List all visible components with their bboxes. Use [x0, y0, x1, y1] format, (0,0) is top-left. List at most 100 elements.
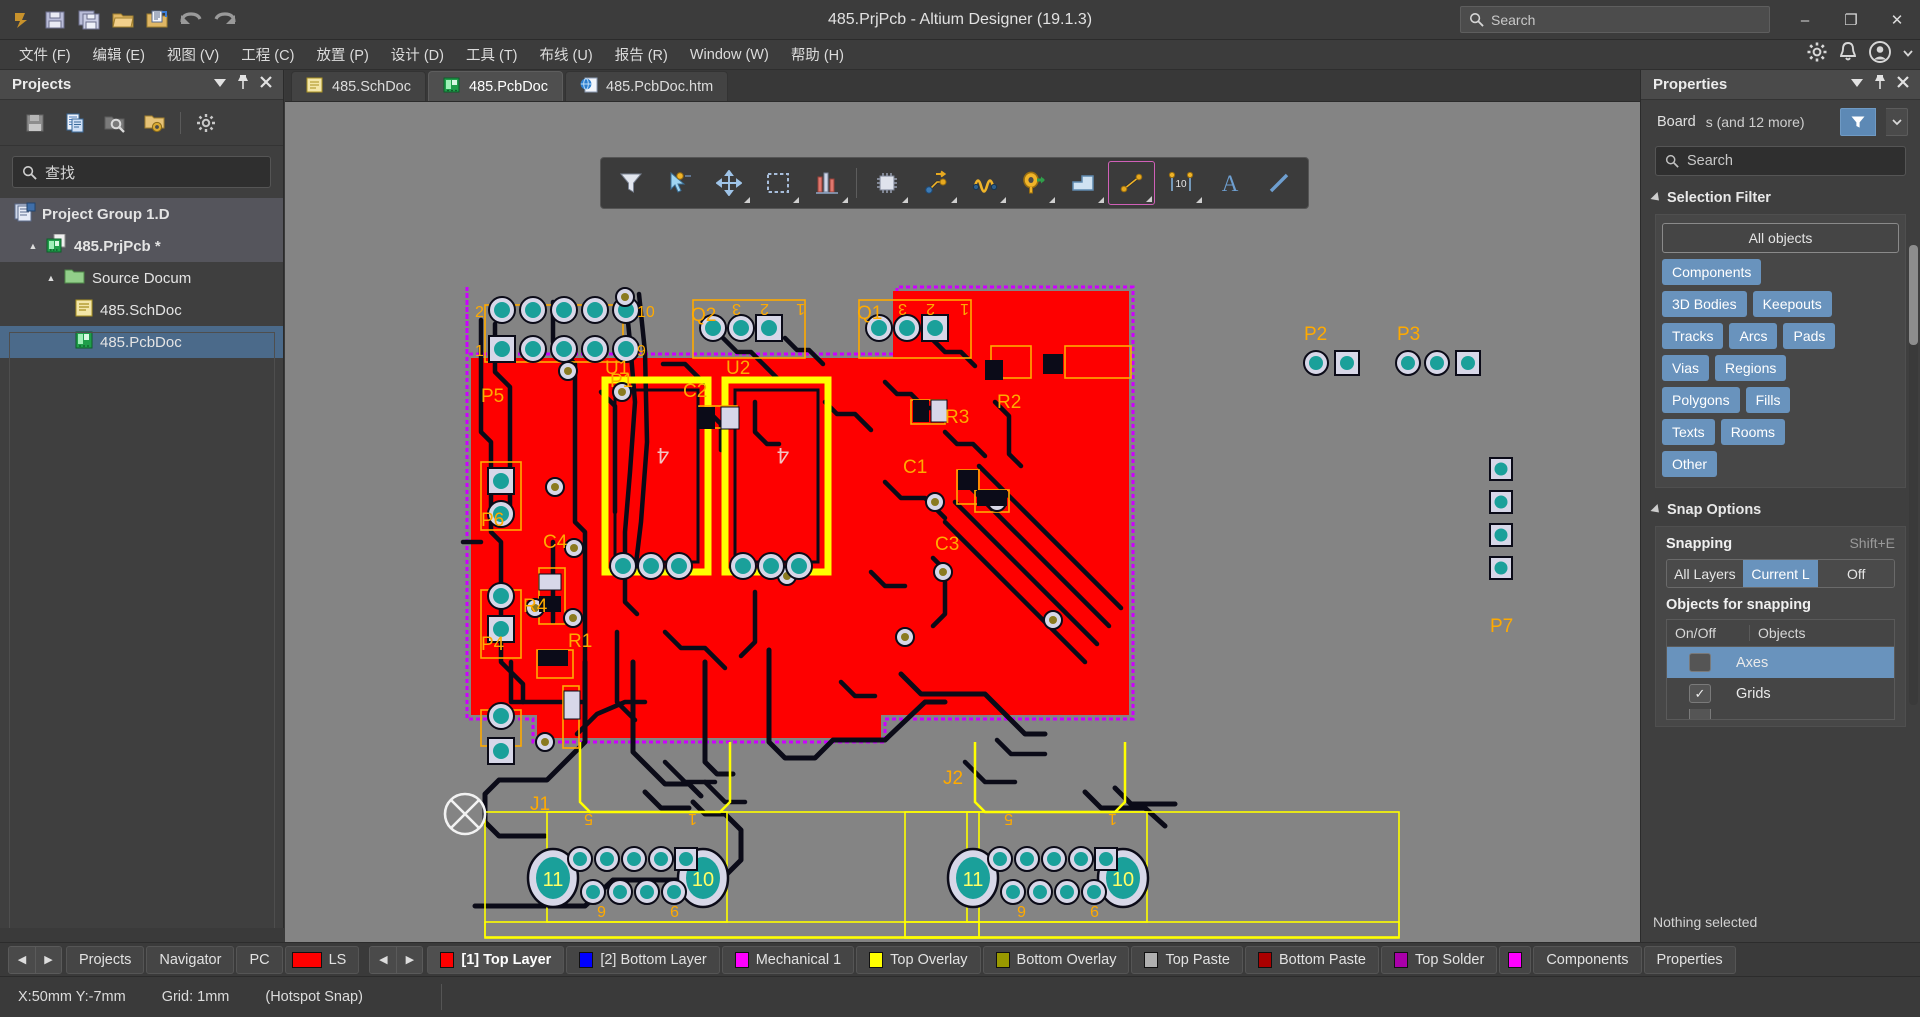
- pcb-canvas[interactable]: 10 A 4 4 11 10 11 10 P5 P6 P4 C4 R4 R1 U…: [285, 102, 1640, 942]
- snap-row-axes[interactable]: Axes: [1667, 647, 1894, 678]
- close-icon[interactable]: [1896, 75, 1910, 94]
- filter-chip-tracks[interactable]: Tracks: [1662, 323, 1724, 349]
- undo-icon[interactable]: [176, 5, 206, 35]
- properties-scrollbar[interactable]: [1909, 245, 1918, 705]
- layer-tab-mechanical-1[interactable]: Mechanical 1: [721, 945, 855, 974]
- open-folder-icon[interactable]: [108, 5, 138, 35]
- gear-icon[interactable]: [1806, 41, 1828, 68]
- snap-mode-off[interactable]: Off: [1818, 560, 1894, 587]
- tree-twisty[interactable]: ▲: [44, 273, 58, 283]
- layer-tabs-prev-button[interactable]: ◀: [370, 946, 397, 973]
- menu-reports[interactable]: 报告 (R): [604, 40, 679, 69]
- place-polygon-icon[interactable]: [1059, 161, 1106, 205]
- collapse-icon[interactable]: [1850, 76, 1864, 94]
- snap-partial-checkbox[interactable]: [1689, 709, 1711, 719]
- browse-icon[interactable]: [100, 108, 130, 138]
- pin-icon[interactable]: [1873, 74, 1887, 95]
- layer-tab-bottom-paste[interactable]: Bottom Paste: [1244, 945, 1379, 974]
- project-options-icon[interactable]: [140, 108, 170, 138]
- bottom-tab-projects[interactable]: Projects: [66, 945, 145, 974]
- panel-tabs-next-button[interactable]: ▶: [35, 946, 61, 973]
- pcb-board-artwork[interactable]: 4 4 11 10 11 10 P5 P6 P4 C4 R4 R1 U1 U2 …: [285, 102, 1640, 942]
- area-select-icon[interactable]: [754, 161, 801, 205]
- place-pad-icon[interactable]: [1010, 161, 1057, 205]
- filter-icon[interactable]: [607, 161, 654, 205]
- move-icon[interactable]: [705, 161, 752, 205]
- close-icon[interactable]: [259, 75, 273, 94]
- properties-filter-dropdown[interactable]: [1886, 108, 1908, 136]
- tree-item-schdoc[interactable]: 485.SchDoc: [0, 294, 283, 326]
- tab-485-schdoc[interactable]: 485.SchDoc: [291, 71, 426, 101]
- settings-icon[interactable]: [191, 108, 221, 138]
- layer-tab-top-layer[interactable]: [1] Top Layer: [427, 945, 565, 974]
- menu-file[interactable]: 文件 (F): [8, 40, 82, 69]
- route-track-icon[interactable]: [912, 161, 959, 205]
- tree-item-prjpcb[interactable]: ▲ 485.PrjPcb *: [0, 230, 283, 262]
- layer-tab-bottom-overlay[interactable]: Bottom Overlay: [982, 945, 1130, 974]
- menu-window[interactable]: Window (W): [679, 43, 780, 67]
- projects-horizontal-scrollbar[interactable]: [0, 928, 284, 942]
- properties-scrollbar-thumb[interactable]: [1909, 245, 1918, 345]
- menu-tools[interactable]: 工具 (T): [455, 40, 529, 69]
- save-icon[interactable]: [20, 108, 50, 138]
- user-account-icon[interactable]: [1868, 40, 1892, 69]
- layer-tab-top-overlay[interactable]: Top Overlay: [856, 945, 981, 974]
- filter-chip-rooms[interactable]: Rooms: [1720, 419, 1786, 445]
- snap-mode-all-layers[interactable]: All Layers: [1667, 560, 1743, 587]
- filter-chip-arcs[interactable]: Arcs: [1729, 323, 1778, 349]
- chevron-down-icon[interactable]: [1902, 46, 1914, 64]
- layer-tabs-next-button[interactable]: ▶: [396, 946, 423, 973]
- menu-edit[interactable]: 编辑 (E): [82, 40, 156, 69]
- properties-search-input[interactable]: Search: [1655, 146, 1906, 176]
- select-touching-icon[interactable]: [656, 161, 703, 205]
- filter-chip-keepouts[interactable]: Keepouts: [1752, 291, 1832, 317]
- minimize-button[interactable]: –: [1782, 0, 1828, 40]
- filter-chip-3d-bodies[interactable]: 3D Bodies: [1662, 291, 1747, 317]
- bottom-tab-components[interactable]: Components: [1533, 945, 1642, 974]
- align-icon[interactable]: [803, 161, 850, 205]
- collapse-icon[interactable]: [213, 76, 227, 94]
- global-search-box[interactable]: Search: [1460, 6, 1770, 33]
- layer-tab-bottom-layer[interactable]: [2] Bottom Layer: [566, 945, 720, 974]
- place-line-icon[interactable]: [1108, 161, 1155, 205]
- save-all-icon[interactable]: [74, 5, 104, 35]
- filter-chip-texts[interactable]: Texts: [1662, 419, 1715, 445]
- bottom-tab-navigator[interactable]: Navigator: [146, 945, 235, 974]
- selection-filter-section-header[interactable]: Selection Filter: [1641, 176, 1920, 214]
- filter-chip-fills[interactable]: Fills: [1745, 387, 1791, 413]
- filter-chip-all-objects[interactable]: All objects: [1662, 223, 1899, 253]
- snap-axes-checkbox[interactable]: [1689, 653, 1711, 672]
- filter-chip-vias[interactable]: Vias: [1662, 355, 1709, 381]
- projects-search-input[interactable]: 查找: [12, 156, 271, 188]
- snap-grids-checkbox[interactable]: ✓: [1689, 684, 1711, 703]
- place-line2-icon[interactable]: [1255, 161, 1302, 205]
- save-icon[interactable]: [40, 5, 70, 35]
- close-button[interactable]: ✕: [1874, 0, 1920, 40]
- tab-485-pcbdoc[interactable]: 485.PcbDoc: [428, 71, 563, 101]
- filter-chip-components[interactable]: Components: [1662, 259, 1762, 285]
- tree-twisty[interactable]: ▲: [26, 241, 40, 251]
- altium-logo-icon[interactable]: [6, 5, 36, 35]
- filter-chip-pads[interactable]: Pads: [1783, 323, 1836, 349]
- snap-options-section-header[interactable]: Snap Options: [1641, 488, 1920, 526]
- maximize-button[interactable]: ❐: [1828, 0, 1874, 40]
- menu-route[interactable]: 布线 (U): [529, 40, 604, 69]
- interactive-length-tuning-icon[interactable]: [961, 161, 1008, 205]
- filter-chip-other[interactable]: Other: [1662, 451, 1718, 477]
- redo-icon[interactable]: [210, 5, 240, 35]
- snap-row-partial[interactable]: [1667, 709, 1894, 719]
- filter-chip-polygons[interactable]: Polygons: [1662, 387, 1740, 413]
- place-string-icon[interactable]: A: [1206, 161, 1253, 205]
- compile-icon[interactable]: [60, 108, 90, 138]
- snap-row-grids[interactable]: ✓ Grids: [1667, 678, 1894, 709]
- panel-tabs-prev-button[interactable]: ◀: [9, 946, 35, 973]
- tree-item-project-group[interactable]: Project Group 1.D: [0, 198, 283, 230]
- pin-icon[interactable]: [236, 74, 250, 95]
- bottom-tab-properties[interactable]: Properties: [1643, 945, 1736, 974]
- filter-chip-regions[interactable]: Regions: [1714, 355, 1787, 381]
- bell-icon[interactable]: [1838, 41, 1858, 68]
- layer-tab-top-paste[interactable]: Top Paste: [1131, 945, 1243, 974]
- menu-design[interactable]: 设计 (D): [380, 40, 455, 69]
- place-dimension-icon[interactable]: 10: [1157, 161, 1204, 205]
- tree-item-pcbdoc[interactable]: 485.PcbDoc: [0, 326, 283, 358]
